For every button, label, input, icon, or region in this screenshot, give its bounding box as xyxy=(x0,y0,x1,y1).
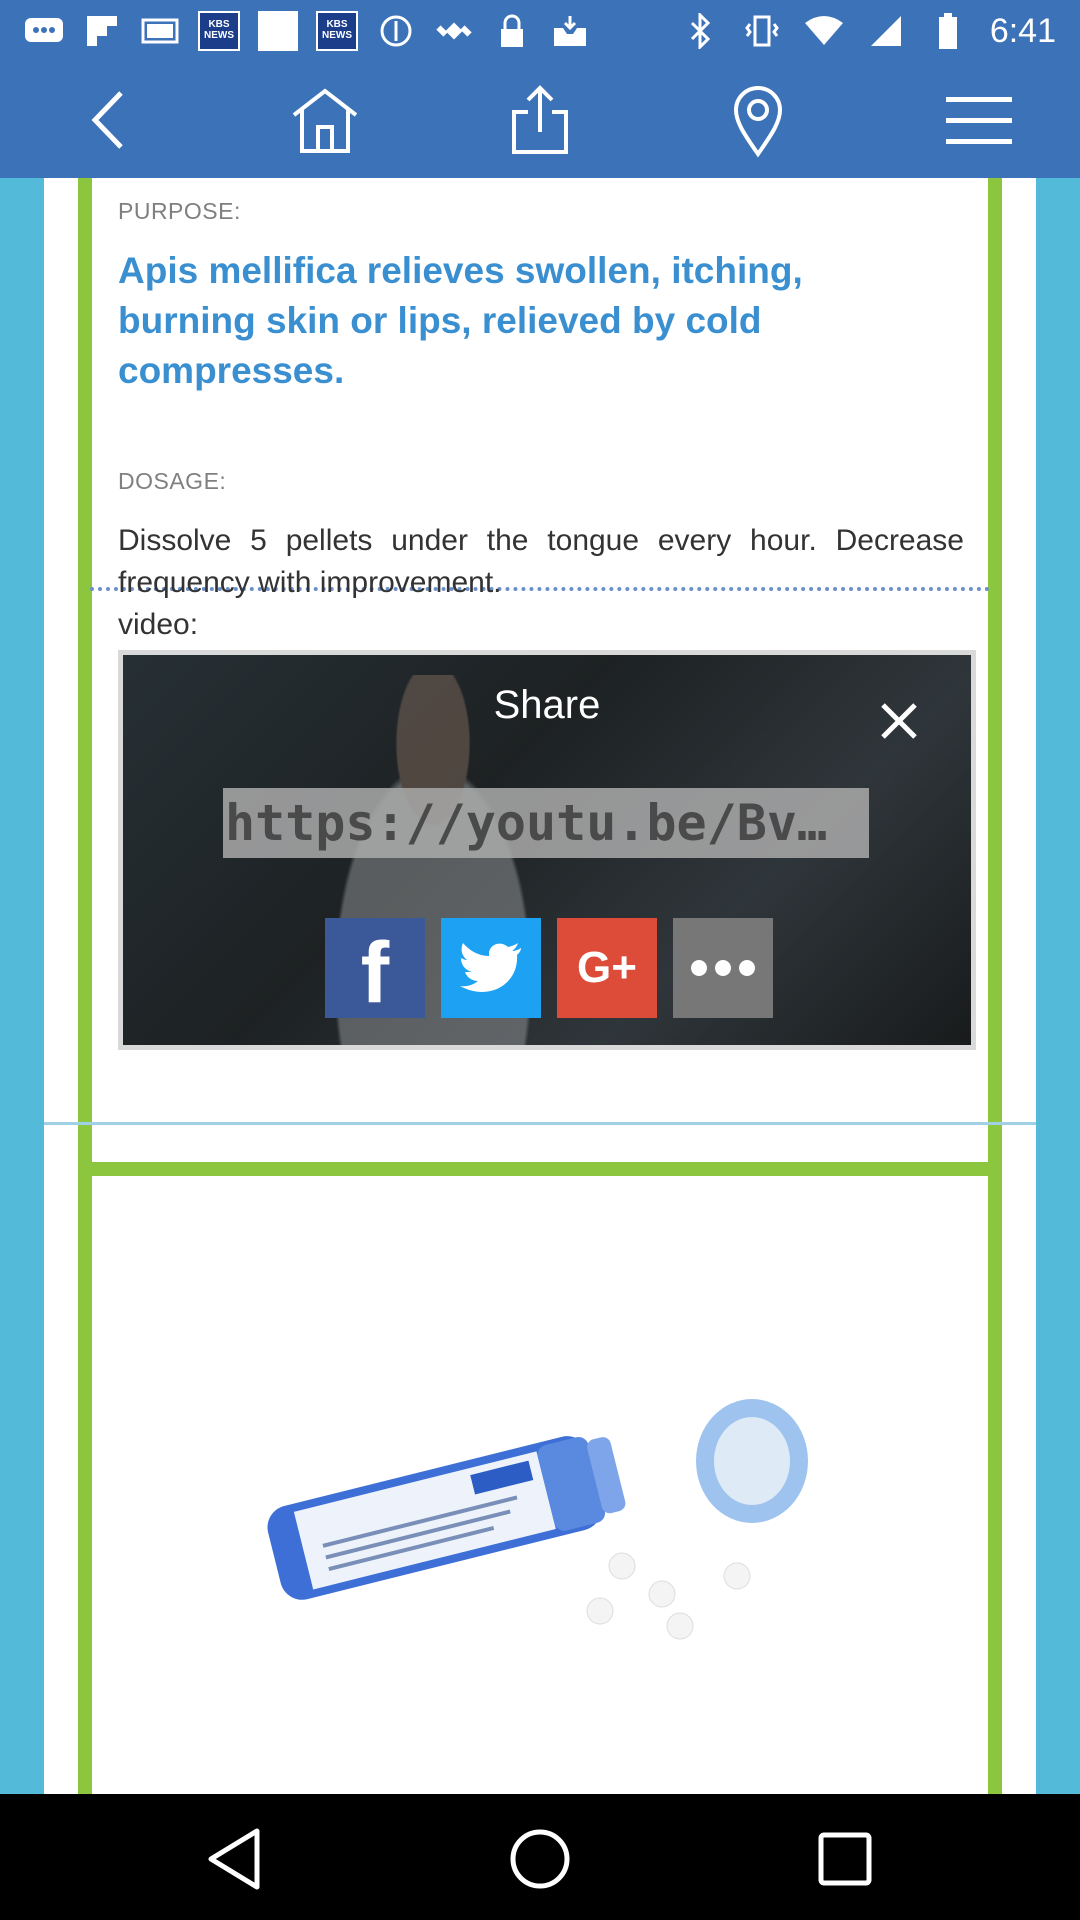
nav-home-icon xyxy=(510,1829,570,1889)
flipboard-icon xyxy=(82,13,122,49)
location-button[interactable] xyxy=(718,80,798,160)
share-button[interactable] xyxy=(500,80,580,160)
close-share-button[interactable] xyxy=(879,701,919,741)
vibrate-icon xyxy=(742,13,782,49)
messages-icon xyxy=(24,13,64,49)
kbs-news-icon-2: KBS NEWS xyxy=(316,11,358,51)
google-plus-icon: G+ xyxy=(577,943,637,992)
video-player[interactable]: Share https://youtu.be/Bv… f G+ xyxy=(118,650,976,1050)
facebook-share-button[interactable]: f xyxy=(325,918,425,1021)
kbs-news-icon: KBS NEWS xyxy=(198,11,240,51)
share-title: Share xyxy=(493,683,601,727)
home-icon xyxy=(292,88,358,153)
inbox-icon xyxy=(550,13,590,49)
clock: 6:41 xyxy=(989,11,1056,50)
card-divider xyxy=(44,1122,1036,1125)
google-plus-share-button[interactable]: G+ xyxy=(557,918,657,1018)
home-button[interactable] xyxy=(285,80,365,160)
product-card xyxy=(78,1162,1002,1794)
lock-icon xyxy=(492,13,532,49)
menu-button[interactable] xyxy=(939,80,1019,160)
nav-home-button[interactable] xyxy=(505,1824,575,1894)
video-label: video: xyxy=(118,608,199,641)
more-icon xyxy=(691,960,755,976)
more-share-button[interactable] xyxy=(673,918,773,1018)
back-icon xyxy=(91,91,123,149)
status-bar: KBS NEWS KBS NEWS 6:41 xyxy=(0,0,1080,62)
content-page: PURPOSE: Apis mellifica relieves swollen… xyxy=(44,178,1036,1794)
facebook-icon: f xyxy=(360,924,390,1021)
close-icon xyxy=(881,703,917,739)
cast-icon xyxy=(140,13,180,49)
twitter-icon xyxy=(460,943,521,992)
signal-icon xyxy=(866,13,906,49)
white-square-icon xyxy=(258,11,298,51)
app-toolbar xyxy=(0,62,1080,178)
twitter-share-button[interactable] xyxy=(441,918,541,1018)
battery-icon xyxy=(928,13,968,49)
location-pin-icon xyxy=(733,86,783,158)
back-button[interactable] xyxy=(68,80,148,160)
purpose-label: PURPOSE: xyxy=(118,198,241,224)
share-url[interactable]: https://youtu.be/Bv… xyxy=(223,788,869,858)
share-icon xyxy=(512,85,568,154)
dosage-text: Dissolve 5 pellets under the tongue ever… xyxy=(118,524,964,599)
purpose-text: Apis mellifica relieves swollen, itching… xyxy=(118,250,803,391)
product-image xyxy=(267,1399,808,1640)
fake-gps-icon xyxy=(434,13,474,49)
share-buttons: f G+ xyxy=(325,918,773,1021)
nav-recents-icon xyxy=(818,1832,872,1886)
menu-icon xyxy=(946,97,1012,144)
wifi-icon xyxy=(804,13,844,49)
nav-back-icon xyxy=(208,1828,260,1890)
bluetooth-icon xyxy=(680,13,720,49)
nav-recents-button[interactable] xyxy=(810,1824,880,1894)
nav-back-button[interactable] xyxy=(200,1824,270,1894)
do-not-disturb-icon xyxy=(376,13,416,49)
info-card: PURPOSE: Apis mellifica relieves swollen… xyxy=(78,178,1002,1264)
dosage-label: DOSAGE: xyxy=(118,468,227,494)
navigation-bar xyxy=(0,1794,1080,1920)
